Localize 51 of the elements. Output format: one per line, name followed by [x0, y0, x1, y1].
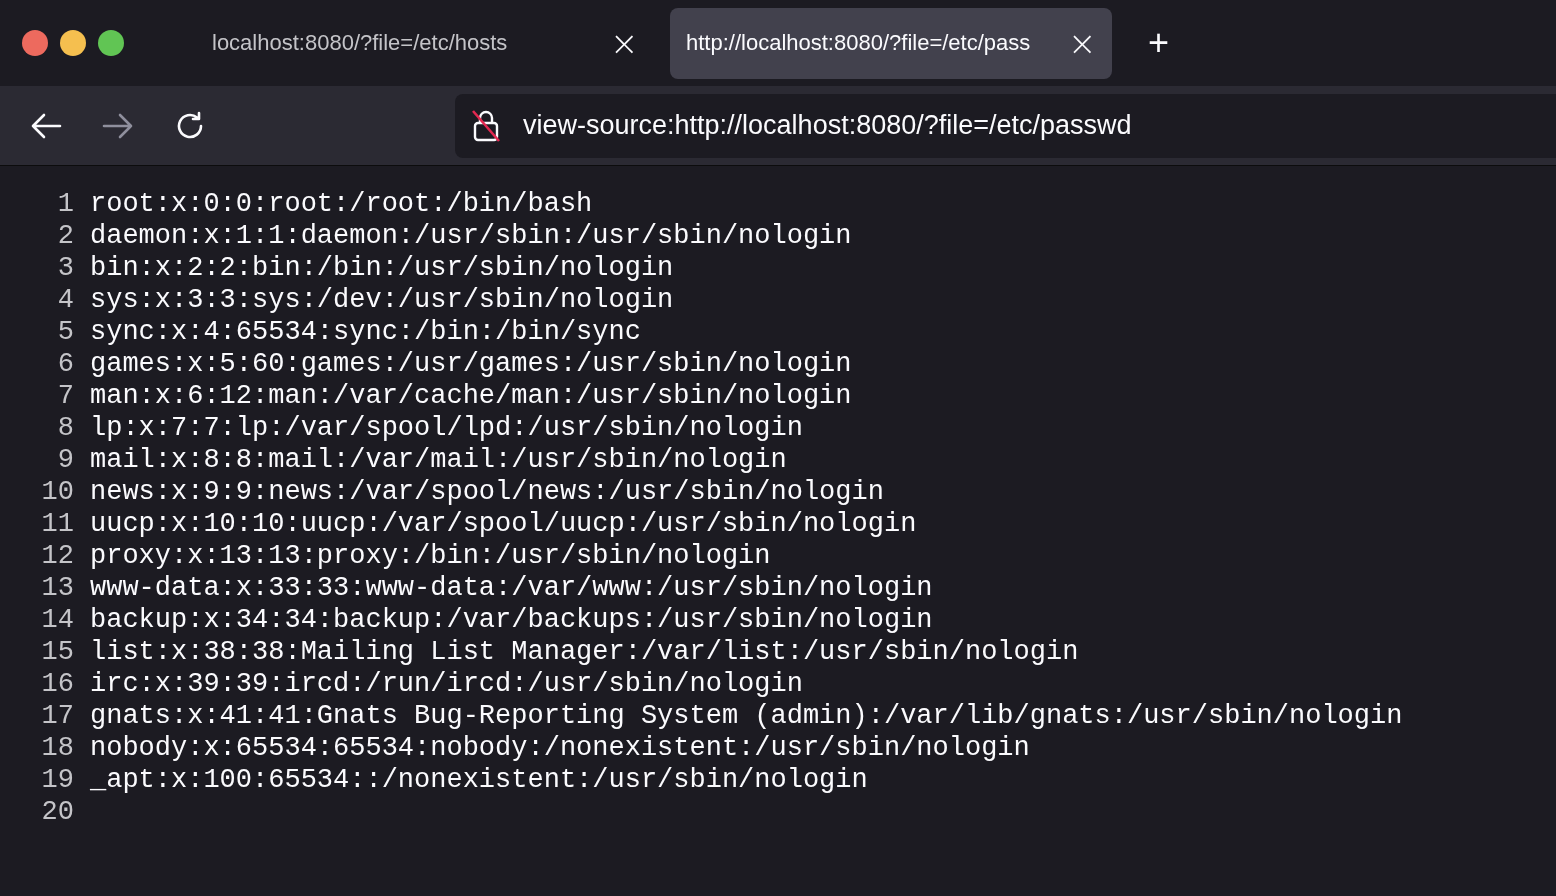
source-line: lp:x:7:7:lp:/var/spool/lpd:/usr/sbin/nologin [90, 412, 803, 444]
minimize-window-button[interactable] [60, 30, 86, 56]
source-line: backup:x:34:34:backup:/var/backups:/usr/sbin/nologin [90, 604, 933, 636]
source-line: bin:x:2:2:bin:/bin:/usr/sbin/nologin [90, 252, 674, 284]
line-number: 16 [40, 668, 75, 700]
line-number: 15 [40, 636, 75, 668]
line-number: 13 [40, 572, 75, 604]
line-number: 1 [56, 188, 75, 220]
source-line: sys:x:3:3:sys:/dev:/usr/sbin/nologin [90, 284, 674, 316]
source-line: gnats:x:41:41:Gnats Bug-Reporting System (admin):/var/lib/gnats:/usr/sbin/nologin [90, 700, 1403, 732]
close-window-button[interactable] [22, 30, 48, 56]
source-line: root:x:0:0:root:/root:/bin/bash [90, 188, 593, 220]
source-line: games:x:5:60:games:/usr/games:/usr/sbin/nologin [90, 348, 852, 380]
zoom-window-button[interactable] [98, 30, 124, 56]
line-number: 4 [56, 284, 75, 316]
browser-tab[interactable]: http://localhost:8080/?file=/etc/pass × [670, 7, 1112, 79]
insecure-lock-icon [471, 108, 501, 143]
line-number: 11 [40, 508, 75, 540]
line-number: 17 [40, 700, 75, 732]
tab-title: http://localhost:8080/?file=/etc/pass [686, 30, 1032, 56]
source-line: uucp:x:10:10:uucp:/var/spool/uucp:/usr/sbin/nologin [90, 508, 917, 540]
line-number: 18 [40, 732, 75, 764]
source-line: www-data:x:33:33:www-data:/var/www:/usr/sbin/nologin [90, 572, 933, 604]
line-number: 6 [56, 348, 75, 380]
line-number: 9 [56, 444, 75, 476]
line-number: 19 [40, 764, 75, 796]
source-line: irc:x:39:39:ircd:/run/ircd:/usr/sbin/nologin [90, 668, 803, 700]
line-number: 2 [56, 220, 75, 252]
source-line: _apt:x:100:65534::/nonexistent:/usr/sbin/nologin [90, 764, 868, 796]
source-line: mail:x:8:8:mail:/var/mail:/usr/sbin/nologin [90, 444, 787, 476]
line-number: 14 [40, 604, 75, 636]
source-line: list:x:38:38:Mailing List Manager:/var/list:/usr/sbin/nologin [90, 636, 1079, 668]
source-line: news:x:9:9:news:/var/spool/news:/usr/sbin/nologin [90, 476, 884, 508]
line-number: 20 [40, 796, 75, 828]
browser-tab[interactable]: localhost:8080/?file=/etc/hosts × [212, 7, 654, 79]
source-line: daemon:x:1:1:daemon:/usr/sbin:/usr/sbin/nologin [90, 220, 852, 252]
address-field[interactable]: view-source:http://localhost:8080/?file=/etc/passwd [455, 93, 1556, 158]
source-line: nobody:x:65534:65534:nobody:/nonexistent:/usr/sbin/nologin [90, 732, 1030, 764]
line-number: 12 [40, 540, 75, 572]
source-line: man:x:6:12:man:/var/cache/man:/usr/sbin/nologin [90, 380, 852, 412]
line-number: 3 [56, 252, 75, 284]
new-tab-button[interactable]: + [1142, 25, 1176, 61]
close-tab-button[interactable]: × [610, 26, 638, 60]
line-number: 5 [56, 316, 75, 348]
close-tab-button[interactable]: × [1068, 26, 1096, 60]
line-number: 10 [40, 476, 75, 508]
tab-title: localhost:8080/?file=/etc/hosts [212, 30, 509, 56]
line-number: 8 [56, 412, 75, 444]
source-line: proxy:x:13:13:proxy:/bin:/usr/sbin/nologin [90, 540, 771, 572]
line-number: 7 [56, 380, 75, 412]
source-line: sync:x:4:65534:sync:/bin:/bin/sync [90, 316, 641, 348]
